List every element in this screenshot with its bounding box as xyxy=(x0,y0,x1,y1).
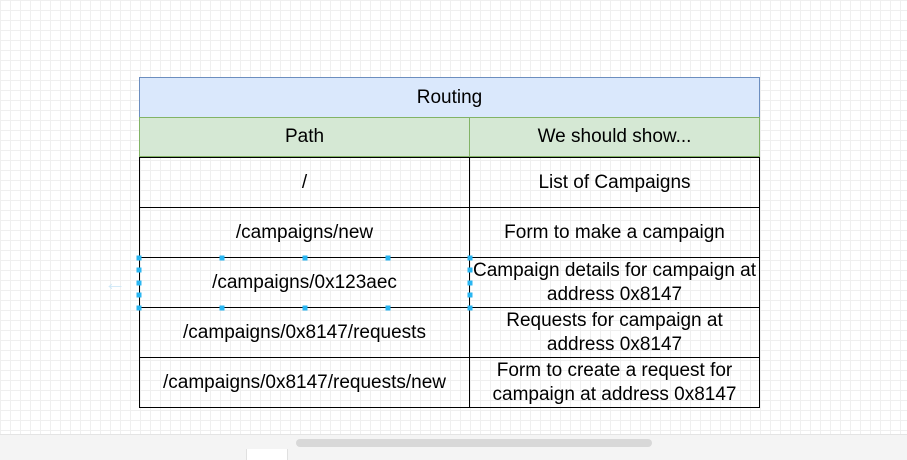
resize-handle[interactable] xyxy=(467,280,473,286)
row-0-show-cell[interactable]: List of Campaigns xyxy=(469,157,760,208)
resize-handle[interactable] xyxy=(136,267,142,273)
header-show[interactable]: We should show... xyxy=(469,117,760,157)
table-title[interactable]: Routing xyxy=(139,77,760,118)
arrow-left-icon[interactable]: ← xyxy=(104,272,126,294)
header-show-text: We should show... xyxy=(537,126,692,147)
row-3-show-cell[interactable]: Requests for campaign at address 0x8147 xyxy=(469,307,760,358)
resize-handle[interactable] xyxy=(136,305,142,311)
row-4-show-cell[interactable]: Form to create a request for campaign at… xyxy=(469,357,760,408)
row-2-path-cell[interactable]: /campaigns/0x123aec xyxy=(139,257,470,308)
row-path-text: /campaigns/new xyxy=(235,221,374,243)
canvas-footer xyxy=(0,434,907,460)
row-1-path-cell[interactable]: /campaigns/new xyxy=(139,207,470,258)
row-path-text: /campaigns/0x8147/requests xyxy=(183,321,426,343)
row-4-path-cell[interactable]: /campaigns/0x8147/requests/new xyxy=(139,357,470,408)
row-path-text: /campaigns/0x123aec xyxy=(212,271,397,293)
resize-handle[interactable] xyxy=(467,292,473,298)
header-path[interactable]: Path xyxy=(139,117,470,157)
resize-handle[interactable] xyxy=(136,280,142,286)
resize-handle[interactable] xyxy=(219,305,225,311)
resize-handle[interactable] xyxy=(385,305,391,311)
resize-handle[interactable] xyxy=(136,292,142,298)
horizontal-scrollbar[interactable] xyxy=(296,439,652,447)
resize-handle[interactable] xyxy=(385,255,391,261)
row-show-text: Campaign details for campaign at address… xyxy=(472,259,757,305)
row-show-text: Requests for campaign at address 0x8147 xyxy=(506,309,723,355)
row-0-path-cell[interactable]: / xyxy=(139,157,470,208)
resize-handle[interactable] xyxy=(467,267,473,273)
resize-handle[interactable] xyxy=(302,255,308,261)
row-show-text: List of Campaigns xyxy=(538,171,691,193)
resize-handle[interactable] xyxy=(302,305,308,311)
page-tab[interactable] xyxy=(246,449,288,460)
row-1-show-cell[interactable]: Form to make a campaign xyxy=(469,207,760,258)
row-3-path-cell[interactable]: /campaigns/0x8147/requests xyxy=(139,307,470,358)
resize-handle[interactable] xyxy=(219,255,225,261)
row-2-show-cell[interactable]: Campaign details for campaign at address… xyxy=(469,257,760,308)
resize-handle[interactable] xyxy=(136,255,142,261)
row-path-text: /campaigns/0x8147/requests/new xyxy=(162,371,447,393)
row-path-text: / xyxy=(301,171,308,193)
resize-handle[interactable] xyxy=(467,305,473,311)
table-title-text: Routing xyxy=(416,86,483,108)
row-show-text: Form to make a campaign xyxy=(504,221,725,243)
row-show-text: Form to create a request for campaign at… xyxy=(492,359,737,405)
header-path-text: Path xyxy=(284,126,325,147)
resize-handle[interactable] xyxy=(467,255,473,261)
